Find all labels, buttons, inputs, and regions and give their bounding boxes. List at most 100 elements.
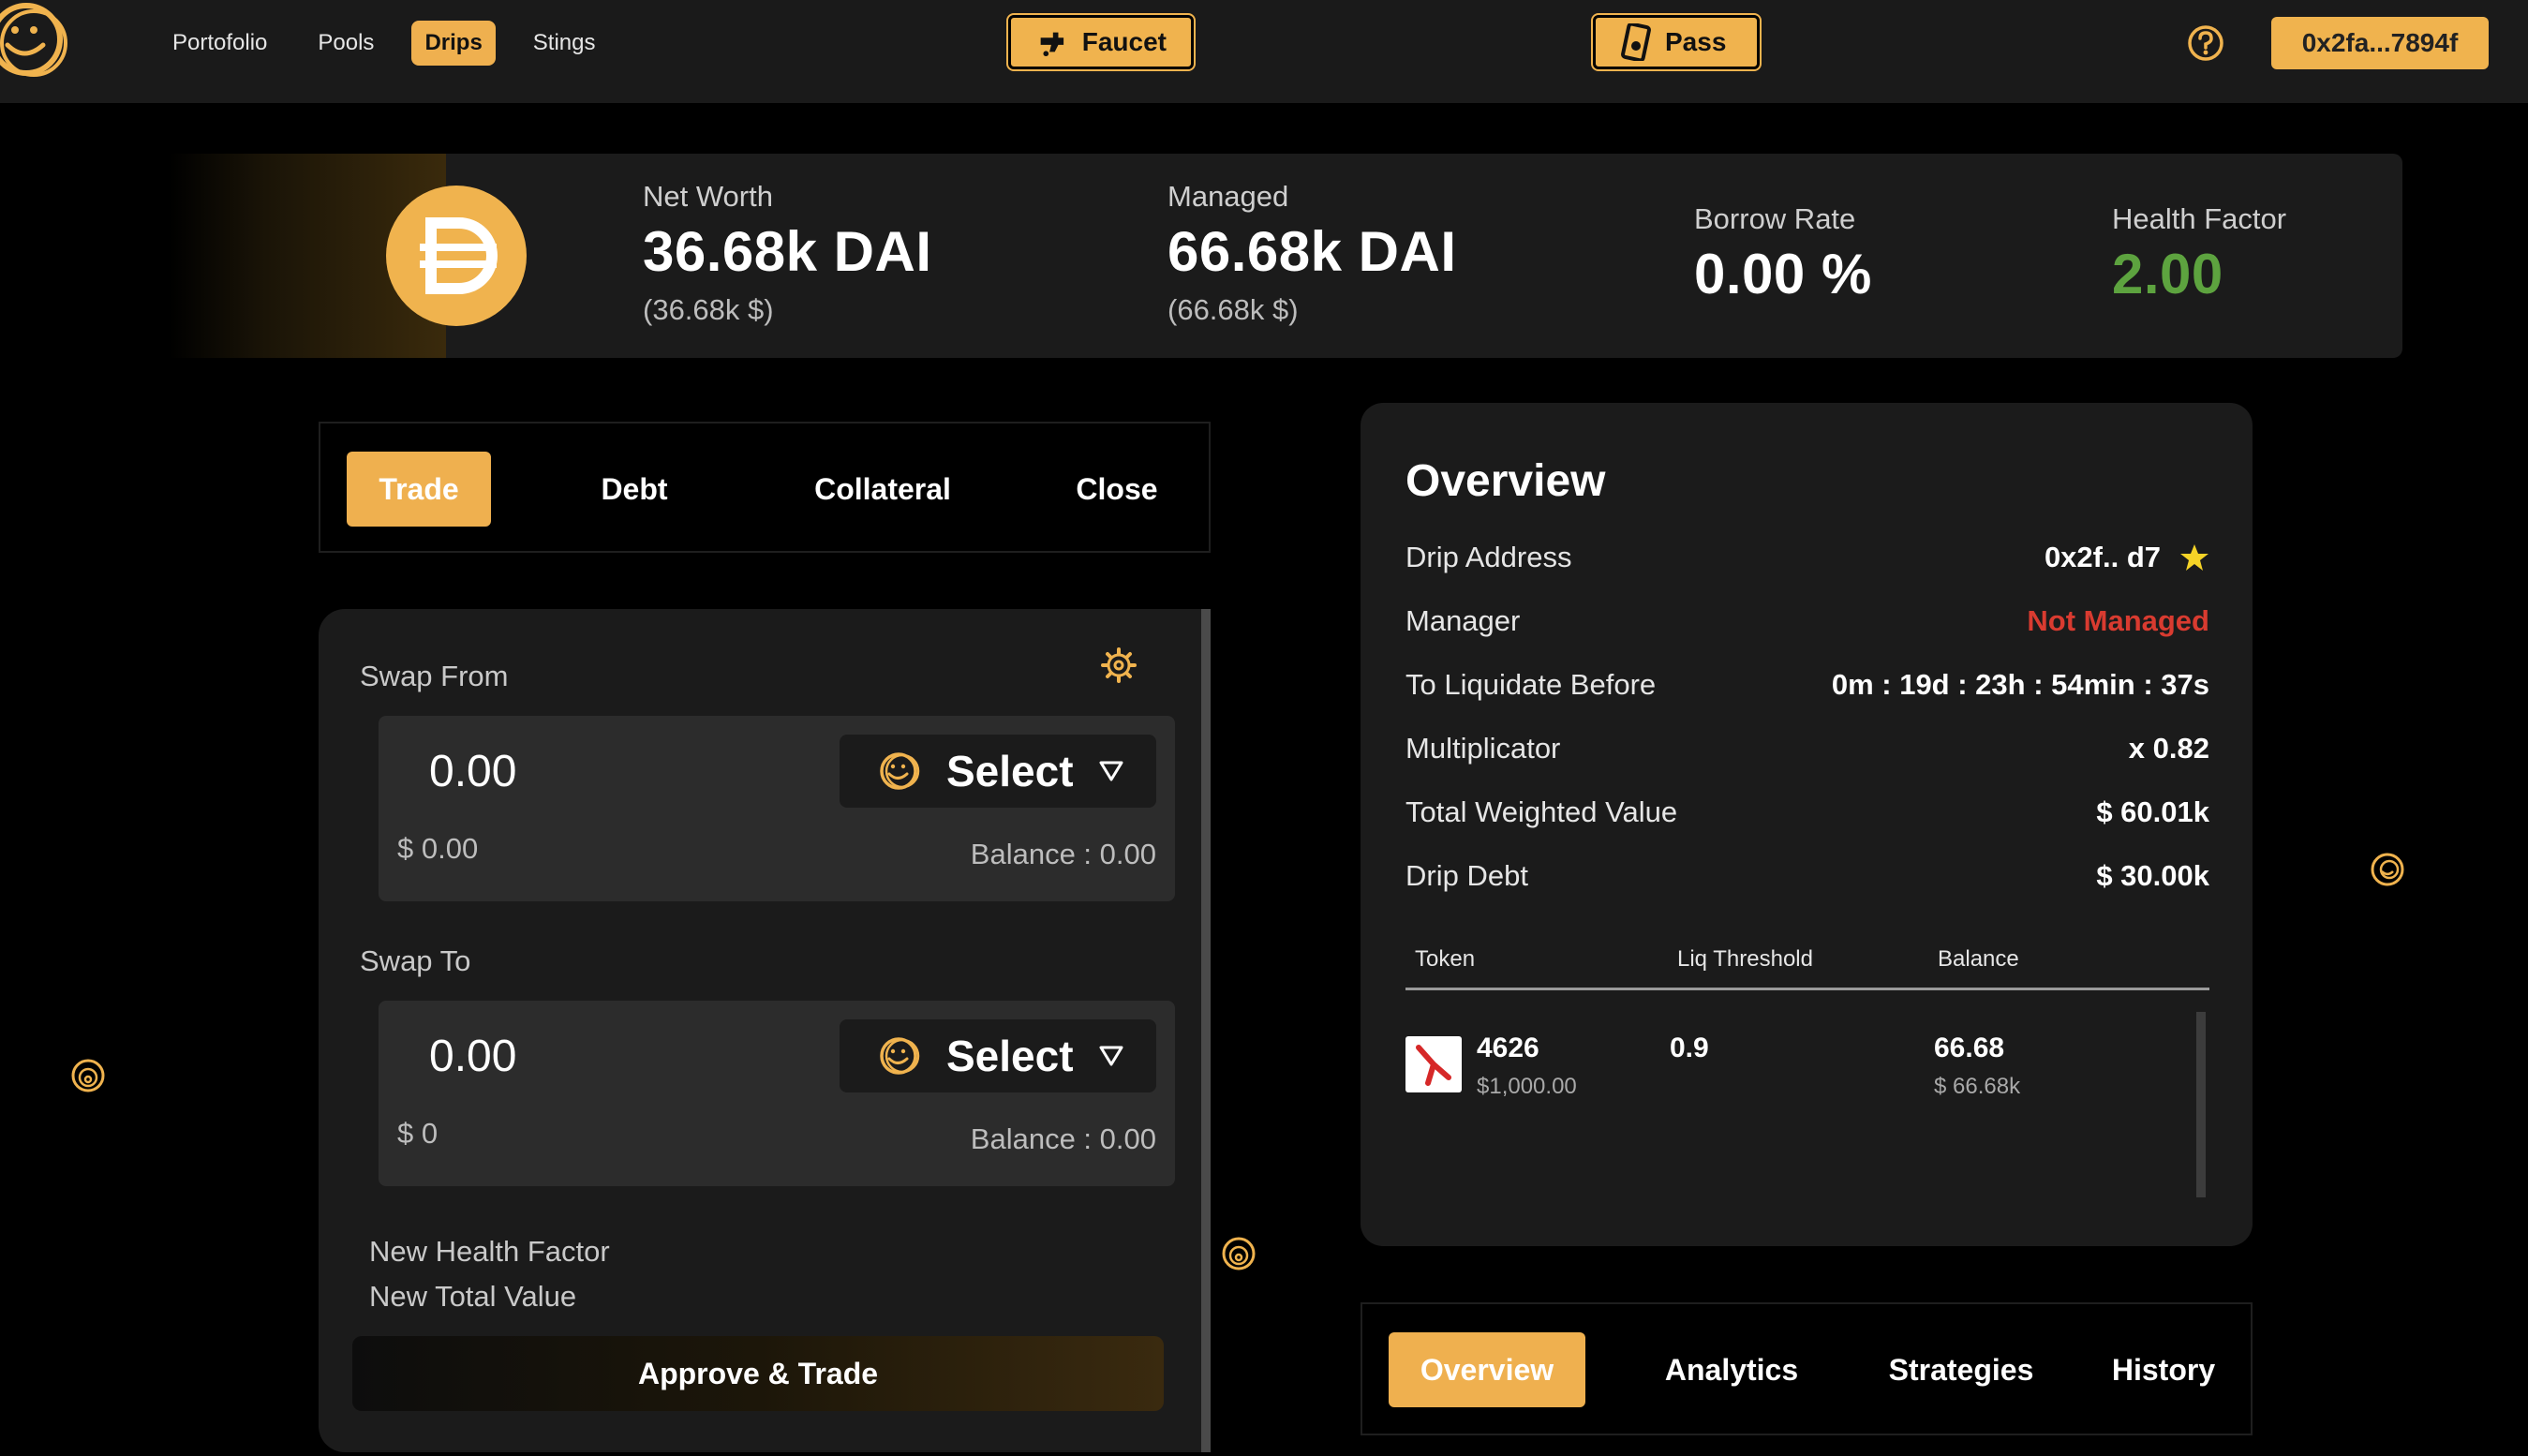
pass-label: Pass — [1665, 27, 1727, 56]
floating-coin-icon — [2371, 853, 2404, 886]
action-tabs: Trade Debt Collateral Close — [319, 422, 1211, 553]
borrow-rate-label: Borrow Rate — [1694, 202, 1856, 235]
table-header-divider — [1405, 988, 2209, 990]
swap-to-usd: $ 0 — [397, 1117, 439, 1150]
drip-address-value-group: 0x2f.. d7 — [2045, 541, 2209, 574]
manager-value: Not Managed — [2027, 604, 2209, 637]
swap-to-label: Swap To — [360, 944, 471, 977]
swap-to-balance: Balance : 0.00 — [970, 1122, 1156, 1155]
drip-address-label: Drip Address — [1405, 541, 1572, 573]
net-worth-value: 36.68k DAI — [643, 220, 932, 283]
question-circle-icon[interactable] — [2187, 24, 2224, 62]
triangle-down-icon — [1099, 1046, 1123, 1066]
gear-icon[interactable] — [1100, 646, 1138, 684]
health-factor-label: Health Factor — [2112, 202, 2287, 235]
stats-banner: Net Worth 36.68k DAI (36.68k $) Managed … — [169, 154, 2402, 358]
total-weighted-value-label: Total Weighted Value — [1405, 795, 1678, 828]
total-weighted-value-value: $ 60.01k — [2096, 795, 2209, 828]
swap-from-select-label: Select — [946, 747, 1074, 795]
nav-item-pools[interactable]: Pools — [305, 21, 387, 66]
tab-history[interactable]: History — [2084, 1332, 2243, 1407]
smiley-coin-icon — [880, 752, 920, 790]
net-worth-usd: (36.68k $) — [643, 293, 774, 326]
managed-usd: (66.68k $) — [1167, 293, 1299, 326]
faucet-button[interactable]: Faucet — [1008, 15, 1194, 69]
wallet-address-button[interactable]: 0x2fa...7894f — [2271, 17, 2489, 69]
health-factor-stat: Health Factor 2.00 — [2112, 202, 2286, 306]
approve-trade-button[interactable]: Approve & Trade — [352, 1336, 1164, 1411]
tab-close[interactable]: Close — [1042, 452, 1192, 527]
liquidate-before-label: To Liquidate Before — [1405, 668, 1657, 701]
net-worth-stat: Net Worth 36.68k DAI (36.68k $) — [643, 180, 932, 327]
swap-from-usd: $ 0.00 — [397, 832, 479, 865]
manager-label: Manager — [1405, 604, 1521, 637]
main-nav: Portofolio Pools Drips Stings — [159, 21, 609, 66]
floating-coin-icon — [71, 1059, 105, 1092]
overview-row-total-weighted-value: Total Weighted Value $ 60.01k — [1405, 789, 2209, 836]
pass-card-icon — [1621, 23, 1651, 61]
borrow-rate-value: 0.00 % — [1694, 243, 1872, 305]
star-icon[interactable] — [2179, 542, 2209, 572]
managed-value: 66.68k DAI — [1167, 220, 1457, 283]
overview-row-manager: Manager Not Managed — [1405, 598, 2209, 645]
faucet-label: Faucet — [1081, 27, 1167, 56]
overview-row-drip-debt: Drip Debt $ 30.00k — [1405, 853, 2209, 899]
tab-collateral[interactable]: Collateral — [770, 452, 995, 527]
table-header-balance: Balance — [1938, 946, 2019, 972]
overview-row-liquidate-before: To Liquidate Before 0m : 19d : 23h : 54m… — [1405, 661, 2209, 708]
token-4626-icon — [1405, 1036, 1462, 1092]
pass-button[interactable]: Pass — [1593, 15, 1760, 69]
token-name: 4626 — [1477, 1033, 1539, 1063]
nav-item-stings[interactable]: Stings — [520, 21, 609, 66]
overview-tabs: Overview Analytics Strategies History — [1361, 1302, 2253, 1435]
managed-stat: Managed 66.68k DAI (66.68k $) — [1167, 180, 1457, 327]
swap-from-label: Swap From — [360, 660, 509, 692]
overview-panel: Overview Drip Address 0x2f.. d7 Manager … — [1361, 403, 2253, 1246]
nav-item-portofolio[interactable]: Portofolio — [159, 21, 280, 66]
faucet-icon — [1040, 32, 1064, 57]
floating-coin-icon — [1222, 1237, 1256, 1270]
token-balance: 66.68 — [1934, 1033, 2005, 1063]
overview-title: Overview — [1405, 456, 1606, 506]
token-balance-usd: $ 66.68k — [1934, 1074, 2021, 1099]
dai-icon — [386, 186, 527, 326]
triangle-down-icon — [1099, 761, 1123, 781]
new-health-factor-label: New Health Factor — [369, 1235, 610, 1268]
tab-trade[interactable]: Trade — [347, 452, 491, 527]
borrow-rate-stat: Borrow Rate 0.00 % — [1694, 202, 1872, 306]
smiley-coin-icon — [880, 1037, 920, 1075]
token-liq-threshold: 0.9 — [1670, 1033, 1709, 1063]
smiley-coin-logo-icon[interactable] — [0, 0, 75, 84]
swap-from-token-select[interactable]: Select — [840, 735, 1156, 808]
net-worth-label: Net Worth — [643, 180, 773, 213]
top-navbar: Portofolio Pools Drips Stings Faucet Pas… — [0, 0, 2528, 103]
swap-to-amount-input[interactable]: 0.00 — [429, 1031, 516, 1082]
swap-to-select-label: Select — [946, 1032, 1074, 1080]
drip-address-value: 0x2f.. d7 — [2044, 541, 2161, 573]
tab-analytics[interactable]: Analytics — [1628, 1332, 1835, 1407]
tab-overview[interactable]: Overview — [1389, 1332, 1585, 1407]
health-factor-value: 2.00 — [2112, 243, 2223, 305]
swap-from-amount-input[interactable]: 0.00 — [429, 746, 516, 797]
multiplicator-label: Multiplicator — [1405, 732, 1561, 765]
tab-debt[interactable]: Debt — [564, 452, 705, 527]
swap-panel-scrollbar[interactable] — [1201, 609, 1211, 1452]
table-header-token: Token — [1415, 946, 1476, 972]
swap-from-box: 0.00 $ 0.00 Balance : 0.00 Select — [379, 716, 1175, 901]
drip-debt-label: Drip Debt — [1405, 859, 1528, 892]
overview-row-multiplicator: Multiplicator x 0.82 — [1405, 725, 2209, 772]
multiplicator-value: x 0.82 — [2128, 732, 2209, 765]
overview-row-drip-address: Drip Address 0x2f.. d7 — [1405, 534, 2209, 581]
drip-debt-value: $ 30.00k — [2096, 859, 2209, 892]
managed-label: Managed — [1167, 180, 1289, 213]
swap-from-balance: Balance : 0.00 — [970, 838, 1156, 870]
swap-to-box: 0.00 $ 0 Balance : 0.00 Select — [379, 1001, 1175, 1186]
nav-item-drips[interactable]: Drips — [411, 21, 496, 66]
liquidate-before-value: 0m : 19d : 23h : 54min : 37s — [1831, 668, 2209, 701]
table-header-liq-threshold: Liq Threshold — [1677, 946, 1813, 972]
swap-to-token-select[interactable]: Select — [840, 1019, 1156, 1092]
tab-strategies[interactable]: Strategies — [1853, 1332, 2069, 1407]
new-total-value-label: New Total Value — [369, 1280, 577, 1313]
token-table-scrollbar[interactable] — [2196, 1012, 2206, 1197]
token-price: $1,000.00 — [1477, 1074, 1577, 1099]
